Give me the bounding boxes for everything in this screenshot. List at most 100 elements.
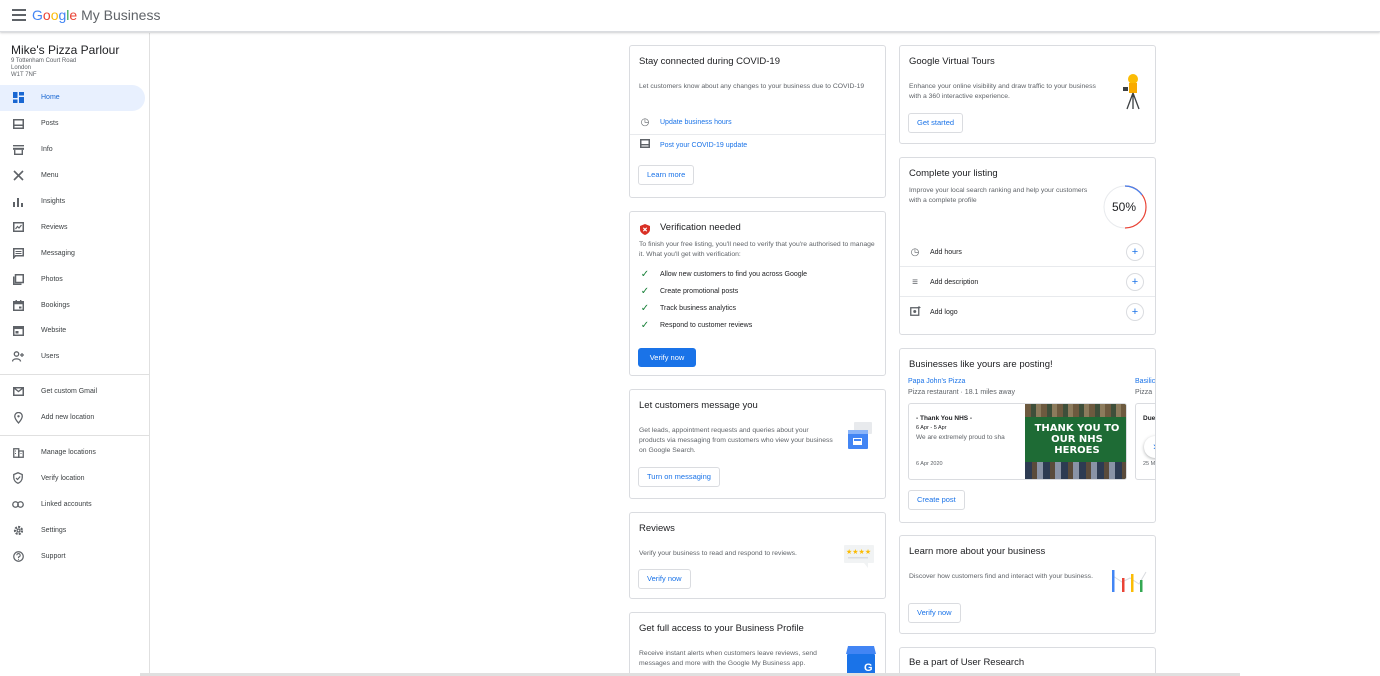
reviews-icon (12, 221, 24, 233)
user-research-card-title: Be a part of User Research (909, 657, 1025, 668)
clock-icon: ◷ (640, 116, 650, 128)
sidebar-item-users[interactable]: Users (0, 344, 149, 370)
add-photo-icon (909, 305, 921, 319)
store-icon (12, 144, 24, 156)
sidebar-item-label: Website (41, 327, 67, 335)
sidebar-item-photos[interactable]: Photos (0, 266, 149, 292)
get-started-button[interactable]: Get started (908, 113, 964, 133)
sidebar-item-insights[interactable]: Insights (0, 189, 149, 215)
add-logo-plus-icon[interactable]: + (1126, 303, 1144, 321)
covid-card: Stay connected during COVID-19 Let custo… (629, 45, 886, 198)
add-hours-plus-icon[interactable]: + (1126, 243, 1144, 261)
add-logo-row[interactable]: Add logo + (900, 297, 1155, 327)
businesses-posting-card-title: Businesses like yours are posting! (909, 359, 1053, 370)
sidebar-item-label: Photos (41, 275, 63, 283)
sidebar-item-manage-locations[interactable]: Manage locations (0, 440, 149, 466)
verification-warning-icon (640, 222, 650, 240)
sidebar-item-label: Bookings (41, 301, 70, 309)
shield-check-icon (12, 472, 24, 485)
verification-card-title: Verification needed (660, 222, 741, 233)
sidebar-item-messaging[interactable]: Messaging (0, 240, 149, 266)
sidebar-item-menu[interactable]: Menu (0, 163, 149, 189)
posts-icon (639, 139, 651, 151)
sidebar-divider (0, 434, 149, 436)
sidebar-item-label: Support (41, 552, 66, 560)
svg-text:★★★★: ★★★★ (846, 548, 871, 556)
messaging-card-body: Get leads, appointment requests and quer… (639, 427, 833, 454)
verification-card: Verification needed To finish your free … (629, 211, 886, 376)
sidebar-item-add-new-location[interactable]: Add new location (0, 405, 149, 431)
full-access-card: Get full access to your Business Profile… (629, 612, 886, 676)
learn-more-business-card: Learn more about your business Discover … (899, 535, 1156, 634)
create-post-button[interactable]: Create post (908, 490, 965, 510)
sidebar-item-label: Verify location (41, 474, 85, 482)
sidebar-item-posts[interactable]: Posts (0, 111, 149, 137)
sidebar-item-support[interactable]: Support (0, 543, 149, 569)
add-description-label: Add description (930, 278, 979, 286)
sidebar-item-linked-accounts[interactable]: Linked accounts (0, 491, 149, 517)
reviews-verify-now-button[interactable]: Verify now (638, 569, 691, 589)
post-covid-update-label: Post your COVID-19 update (660, 141, 748, 149)
virtual-tours-card-title: Google Virtual Tours (909, 56, 995, 67)
verification-benefit-item: ✓ Track business analytics (639, 303, 736, 314)
hamburger-menu-icon[interactable] (12, 9, 26, 21)
add-description-plus-icon[interactable]: + (1126, 273, 1144, 291)
insights-chart-illustration-icon (1110, 564, 1148, 599)
location-pin-icon (12, 411, 24, 424)
reviews-stars-illustration-icon: ★★★★ (844, 543, 876, 574)
posts-icon (12, 118, 24, 130)
business-2-meta: Pizza (1135, 389, 1153, 396)
google-my-business-logo[interactable]: Google My Business (32, 7, 160, 23)
verify-now-button[interactable]: Verify now (638, 348, 696, 367)
add-logo-label: Add logo (930, 308, 958, 316)
post-covid-update-link[interactable]: Post your COVID-19 update (639, 134, 885, 156)
cutlery-icon (12, 170, 24, 182)
business-1-meta: Pizza restaurant · 18.1 miles away (908, 389, 1015, 396)
sidebar-item-bookings[interactable]: Bookings (0, 292, 149, 318)
gear-icon (12, 524, 24, 536)
sidebar-item-verify-location[interactable]: Verify location (0, 465, 149, 491)
add-hours-row[interactable]: ◷ Add hours + (900, 237, 1155, 267)
sidebar-item-website[interactable]: Website (0, 318, 149, 344)
sidebar-item-reviews[interactable]: Reviews (0, 214, 149, 240)
business-address-city: London (11, 65, 32, 71)
learn-more-business-card-title: Learn more about your business (909, 546, 1046, 557)
camera-tripod-illustration-icon (1120, 73, 1142, 116)
gmb-app-store-icon: G (846, 644, 876, 676)
covid-card-title: Stay connected during COVID-19 (639, 56, 780, 67)
sidebar-item-settings[interactable]: Settings (0, 517, 149, 543)
sidebar-item-get-custom-gmail[interactable]: Get custom Gmail (0, 379, 149, 405)
post-preview-dates: 6 Apr - 5 Apr (916, 425, 947, 431)
add-description-row[interactable]: ≡ Add description + (900, 267, 1155, 297)
virtual-tours-card: Google Virtual Tours Enhance your online… (899, 45, 1156, 144)
sidebar-item-label: Get custom Gmail (41, 388, 98, 396)
listing-progress-percent: 50% (1112, 200, 1137, 214)
sidebar-item-label: Add new location (41, 414, 95, 422)
messaging-icon (12, 247, 24, 259)
brand-suffix: My Business (81, 7, 161, 23)
learn-more-business-card-body: Discover how customers find and interact… (909, 573, 1093, 580)
covid-card-body: Let customers know about any changes to … (639, 83, 865, 90)
post-preview-card[interactable]: - Thank You NHS - 6 Apr - 5 Apr We are e… (908, 403, 1127, 480)
sidebar-item-info[interactable]: Info (0, 137, 149, 163)
business-2-name-link[interactable]: Basilic (1135, 378, 1155, 385)
learn-more-button[interactable]: Learn more (638, 165, 695, 185)
text-lines-icon: ≡ (912, 276, 918, 288)
tertiary-nav: Manage locations Verify location Linked … (0, 440, 149, 569)
update-business-hours-link[interactable]: ◷ Update business hours (639, 111, 885, 133)
complete-listing-card-body: Improve your local search ranking and he… (909, 187, 1088, 204)
learn-verify-now-button[interactable]: Verify now (908, 603, 961, 623)
business-1-name-link[interactable]: Papa John's Pizza (908, 378, 965, 385)
full-access-card-title: Get full access to your Business Profile (639, 623, 804, 634)
help-icon (12, 550, 24, 562)
sidebar-item-home[interactable]: Home (0, 85, 145, 111)
post-preview-2-date: 25 M (1143, 461, 1156, 467)
sidebar-item-label: Info (41, 146, 53, 154)
verification-benefit-label: Respond to customer reviews (660, 322, 753, 329)
verification-benefit-label: Create promotional posts (660, 288, 739, 295)
check-icon: ✓ (640, 286, 650, 297)
update-business-hours-label: Update business hours (660, 118, 732, 126)
photos-icon (12, 273, 24, 285)
sidebar-item-label: Posts (41, 120, 59, 128)
turn-on-messaging-button[interactable]: Turn on messaging (638, 467, 720, 487)
